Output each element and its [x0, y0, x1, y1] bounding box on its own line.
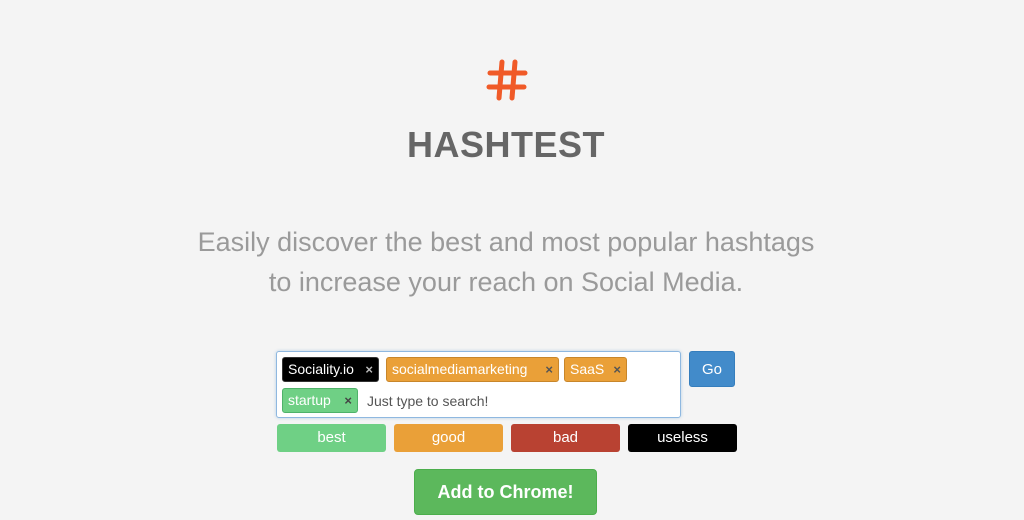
- tag-label: startup: [288, 392, 331, 408]
- hashtag-logo-icon: [485, 58, 529, 102]
- remove-tag-icon[interactable]: ×: [344, 389, 352, 412]
- rating-useless-button[interactable]: useless: [628, 424, 737, 452]
- tag-label: Sociality.io: [288, 361, 354, 377]
- tagline: Easily discover the best and most popula…: [0, 222, 1012, 302]
- hashtag-search-box[interactable]: Sociality.io × socialmediamarketing × Sa…: [276, 351, 681, 418]
- tagline-line-2: to increase your reach on Social Media.: [268, 267, 744, 297]
- tag-chip: Sociality.io ×: [282, 357, 379, 382]
- tag-chip: socialmediamarketing ×: [386, 357, 559, 382]
- tag-chip: startup ×: [282, 388, 358, 413]
- rating-bad-button[interactable]: bad: [511, 424, 620, 452]
- go-button[interactable]: Go: [689, 351, 735, 387]
- search-input[interactable]: [367, 390, 667, 412]
- tag-label: socialmediamarketing: [392, 361, 528, 377]
- rating-best-button[interactable]: best: [277, 424, 386, 452]
- tag-label: SaaS: [570, 361, 605, 377]
- brand-name: HASHTEST: [406, 124, 605, 165]
- remove-tag-icon[interactable]: ×: [545, 358, 553, 381]
- remove-tag-icon[interactable]: ×: [613, 358, 621, 381]
- tag-chip: SaaS ×: [564, 357, 627, 382]
- rating-good-button[interactable]: good: [394, 424, 503, 452]
- remove-tag-icon[interactable]: ×: [365, 358, 373, 381]
- add-to-chrome-button[interactable]: Add to Chrome!: [414, 469, 597, 515]
- tagline-line-1: Easily discover the best and most popula…: [197, 227, 815, 257]
